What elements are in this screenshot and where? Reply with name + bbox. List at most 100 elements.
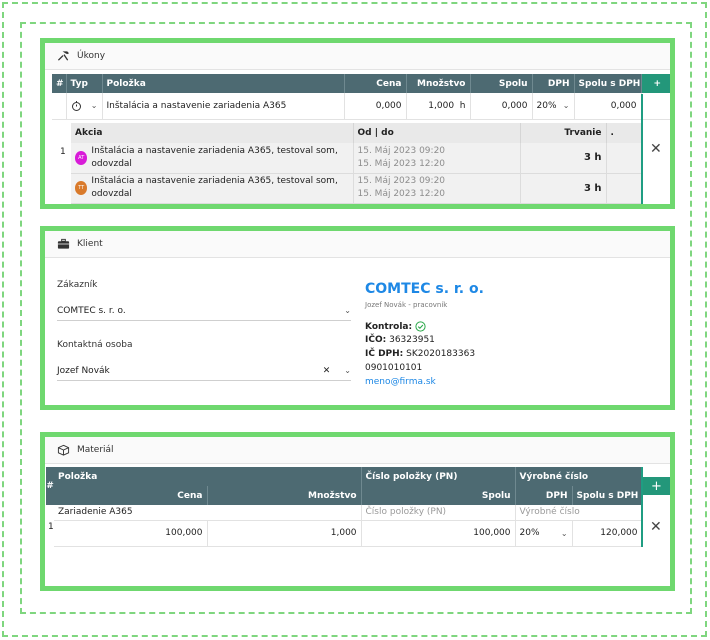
cena-input[interactable]: 0,000 (344, 93, 407, 120)
material-name-input[interactable]: Zariadenie A365 (54, 505, 362, 521)
ukony-table: # Typ Položka Cena Množstvo Spolu DPH Sp… (52, 74, 670, 120)
mnozstvo-value: 1,000 (428, 100, 455, 111)
ukony-header: Úkony (45, 43, 670, 70)
col-dot: . (606, 123, 642, 143)
remove-ukon-button[interactable]: ✕ (650, 141, 662, 157)
stopwatch-icon (71, 100, 81, 111)
action-do: 15. Máj 2023 12:20 (357, 189, 446, 199)
col-trvanie: Trvanie (520, 123, 607, 143)
icdph-value: SK2020183363 (406, 349, 476, 359)
col-cena: Cena (54, 486, 208, 505)
actions-subtable: Akcia Od | do Trvanie . AT Inštalácia a n… (71, 123, 642, 204)
check-circle-icon (415, 321, 426, 332)
material-table: Položka Číslo položky (PN) Výrobné číslo… (54, 467, 643, 547)
add-material-label: + (651, 478, 662, 494)
action-od: 15. Máj 2023 09:20 (357, 145, 446, 156)
klient-header: Klient (45, 231, 670, 258)
action-text: Inštalácia a nastavenie zariadenia A365,… (91, 145, 338, 169)
klient-title: Klient (77, 239, 103, 249)
cislo-input[interactable]: Číslo položky (PN) (361, 505, 516, 521)
chevron-down-icon: ⌄ (90, 101, 98, 111)
icdph-line: IČ DPH: SK2020183363 (365, 349, 475, 359)
briefcase-icon (57, 238, 70, 249)
clear-icon[interactable]: ✕ (323, 366, 331, 376)
col-cena: Cena (344, 74, 407, 93)
material-dph-select[interactable]: 20% ⌄ (515, 520, 573, 547)
num-header-label: # (46, 481, 54, 491)
row-accent-bar (641, 467, 643, 547)
klient-panel: Klient Zákazník COMTEC s. r. o. ⌄ Kontak… (40, 226, 675, 410)
item-name-input[interactable]: Inštalácia a nastavenie zariadenia A365 (102, 93, 345, 120)
col-vyrobne: Výrobné číslo (515, 467, 643, 486)
col-spolu: Spolu (361, 486, 516, 505)
kontakt-select[interactable]: Jozef Novák ✕ ⌄ (57, 361, 351, 381)
action-extra (606, 173, 642, 204)
zakaznik-label: Zákazník (57, 280, 98, 290)
contact-role: Jozef Novák - pracovník (365, 301, 448, 309)
email-link[interactable]: meno@firma.sk (365, 377, 436, 387)
remove-material-button[interactable]: ✕ (650, 519, 662, 535)
action-od: 15. Máj 2023 09:20 (357, 176, 446, 186)
ukony-panel: Úkony # Typ Položka Cena Množstvo Spolu … (40, 38, 675, 209)
spolu-value: 0,000 (470, 93, 533, 120)
col-mnozstvo: Množstvo (207, 486, 362, 505)
kontrola-label: Kontrola: (365, 321, 413, 332)
row-end (641, 93, 670, 120)
col-polozka: Položka (102, 74, 345, 93)
row-accent-bar (641, 94, 643, 204)
row-spacer (52, 93, 67, 120)
mnozstvo-input[interactable]: 1,000 h (406, 93, 471, 120)
kontrola-line: Kontrola: (365, 321, 426, 332)
kontakt-label: Kontaktná osoba (57, 340, 133, 350)
action-duration: 3 h (520, 143, 607, 174)
action-duration: 3 h (520, 173, 607, 204)
material-spolu-value: 100,000 (361, 520, 516, 547)
action-row[interactable]: TT Inštalácia a nastavenie zariadenia A36… (71, 173, 642, 204)
zakaznik-value: COMTEC s. r. o. (57, 305, 126, 316)
avatar: TT (75, 181, 88, 195)
col-mnozstvo: Množstvo (406, 74, 471, 93)
chevron-down-icon: ⌄ (344, 306, 351, 315)
chevron-down-icon: ⌄ (344, 365, 351, 375)
col-num: # (52, 74, 67, 93)
add-ukon-button[interactable]: + (641, 74, 670, 93)
col-dph: DPH (532, 74, 575, 93)
spolu-dph-value: 0,000 (574, 93, 642, 120)
material-header: Materiál (45, 437, 670, 464)
ico-label: IČO: (365, 335, 387, 345)
company-name[interactable]: COMTEC s. r. o. (365, 281, 484, 297)
row-index: 1 (60, 147, 66, 157)
kontakt-value: Jozef Novák (57, 365, 110, 376)
action-do: 15. Máj 2023 12:20 (357, 158, 446, 169)
icdph-label: IČ DPH: (365, 349, 404, 359)
col-akcia: Akcia (71, 123, 354, 143)
ico-line: IČO: 36323951 (365, 335, 435, 345)
ukony-title: Úkony (77, 51, 106, 61)
material-row-index: 1 (48, 522, 54, 532)
phone: 0901010101 (365, 363, 423, 373)
col-polozka: Položka (54, 467, 362, 486)
type-select[interactable]: ⌄ (66, 93, 103, 120)
unit-label: h (459, 100, 466, 111)
material-mnozstvo-input[interactable]: 1,000 (207, 520, 362, 547)
action-row[interactable]: AT Inštalácia a nastavenie zariadenia A36… (71, 143, 642, 174)
zakaznik-select[interactable]: COMTEC s. r. o. ⌄ (57, 301, 351, 321)
col-spolu: Spolu (470, 74, 533, 93)
vyrobne-input[interactable]: Výrobné číslo (515, 505, 643, 521)
col-spolu-dph: Spolu s DPH (574, 74, 642, 93)
col-num-header: # (46, 467, 54, 505)
material-cena-input[interactable]: 100,000 (54, 520, 208, 547)
action-extra (606, 143, 642, 174)
material-panel: Materiál # Položka Číslo položky (PN) Vý… (40, 432, 675, 591)
col-typ: Typ (66, 74, 103, 93)
material-title: Materiál (77, 445, 114, 455)
dph-value: 20% (536, 100, 557, 111)
col-spolu-dph: Spolu s DPH (572, 486, 643, 505)
material-spolu-dph-value: 120,000 (572, 520, 643, 547)
dph-select[interactable]: 20% ⌄ (532, 93, 575, 120)
avatar: AT (75, 150, 88, 165)
material-dph-value: 20% (519, 528, 540, 538)
chevron-down-icon: ⌄ (562, 101, 570, 111)
add-material-button[interactable]: + (643, 477, 670, 495)
action-text: Inštalácia a nastavenie zariadenia A365,… (91, 176, 338, 199)
